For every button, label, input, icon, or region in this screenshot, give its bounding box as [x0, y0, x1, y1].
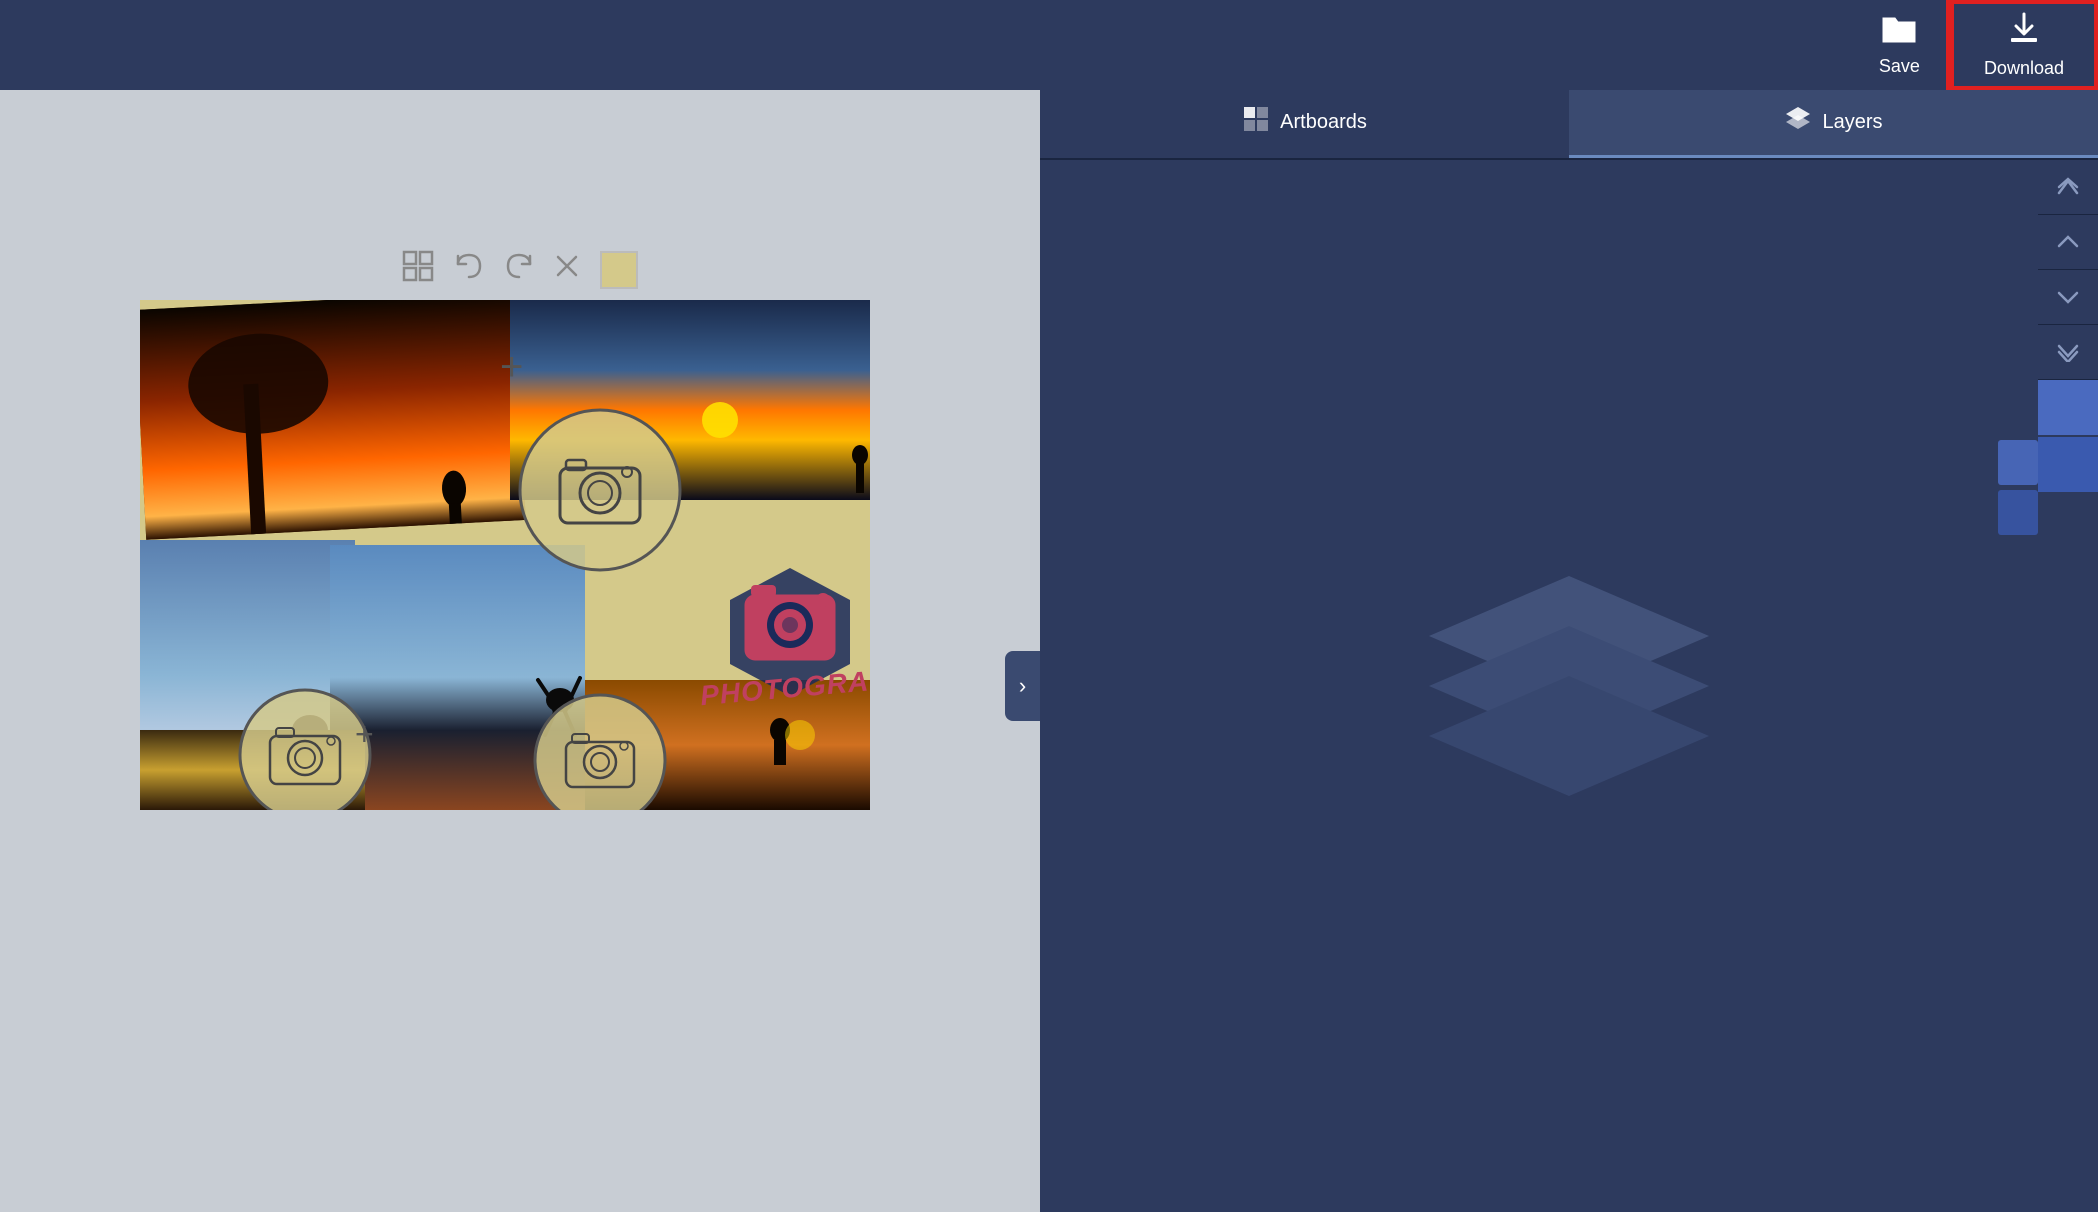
layers-icon	[1784, 105, 1812, 140]
tab-artboards[interactable]: Artboards	[1040, 90, 1569, 158]
scroll-down-button[interactable]	[2038, 270, 2098, 325]
scroll-top-button[interactable]	[2038, 160, 2098, 215]
canvas-area: + +	[0, 90, 1040, 1212]
artboards-icon	[1242, 105, 1270, 140]
close-button[interactable]	[554, 253, 580, 286]
svg-text:+: +	[500, 345, 523, 389]
color-swatch[interactable]	[600, 251, 638, 289]
collage-container[interactable]: + +	[140, 300, 870, 810]
canvas-toolbar	[402, 250, 638, 289]
panel-collapse-button[interactable]: ›	[1005, 651, 1040, 721]
save-label: Save	[1879, 56, 1920, 77]
main-layout: + +	[0, 90, 2098, 1212]
right-panel: Artboards Layers ›	[1040, 90, 2098, 1212]
artboards-tab-label: Artboards	[1280, 111, 1367, 134]
save-button[interactable]: Save	[1849, 0, 1950, 90]
panel-content: ›	[1040, 160, 2098, 1212]
panel-tabs: Artboards Layers	[1040, 90, 2098, 160]
redo-button[interactable]	[504, 252, 534, 287]
layer-accent-1[interactable]	[2038, 380, 2098, 435]
scroll-up-button[interactable]	[2038, 215, 2098, 270]
svg-text:+: +	[355, 716, 374, 752]
layers-tab-label: Layers	[1822, 111, 1882, 134]
download-icon	[2007, 12, 2041, 54]
save-icon	[1881, 14, 1917, 52]
collapse-icon: ›	[1019, 673, 1026, 699]
scroll-bottom-button[interactable]	[2038, 325, 2098, 380]
header: Save Download	[0, 0, 2098, 90]
undo-button[interactable]	[454, 252, 484, 287]
download-button[interactable]: Download	[1950, 0, 2098, 90]
grid-button[interactable]	[402, 250, 434, 289]
tab-layers[interactable]: Layers	[1569, 90, 2098, 158]
layer-accent-2[interactable]	[2038, 437, 2098, 492]
download-label: Download	[1984, 58, 2064, 79]
scroll-buttons	[2038, 160, 2098, 492]
